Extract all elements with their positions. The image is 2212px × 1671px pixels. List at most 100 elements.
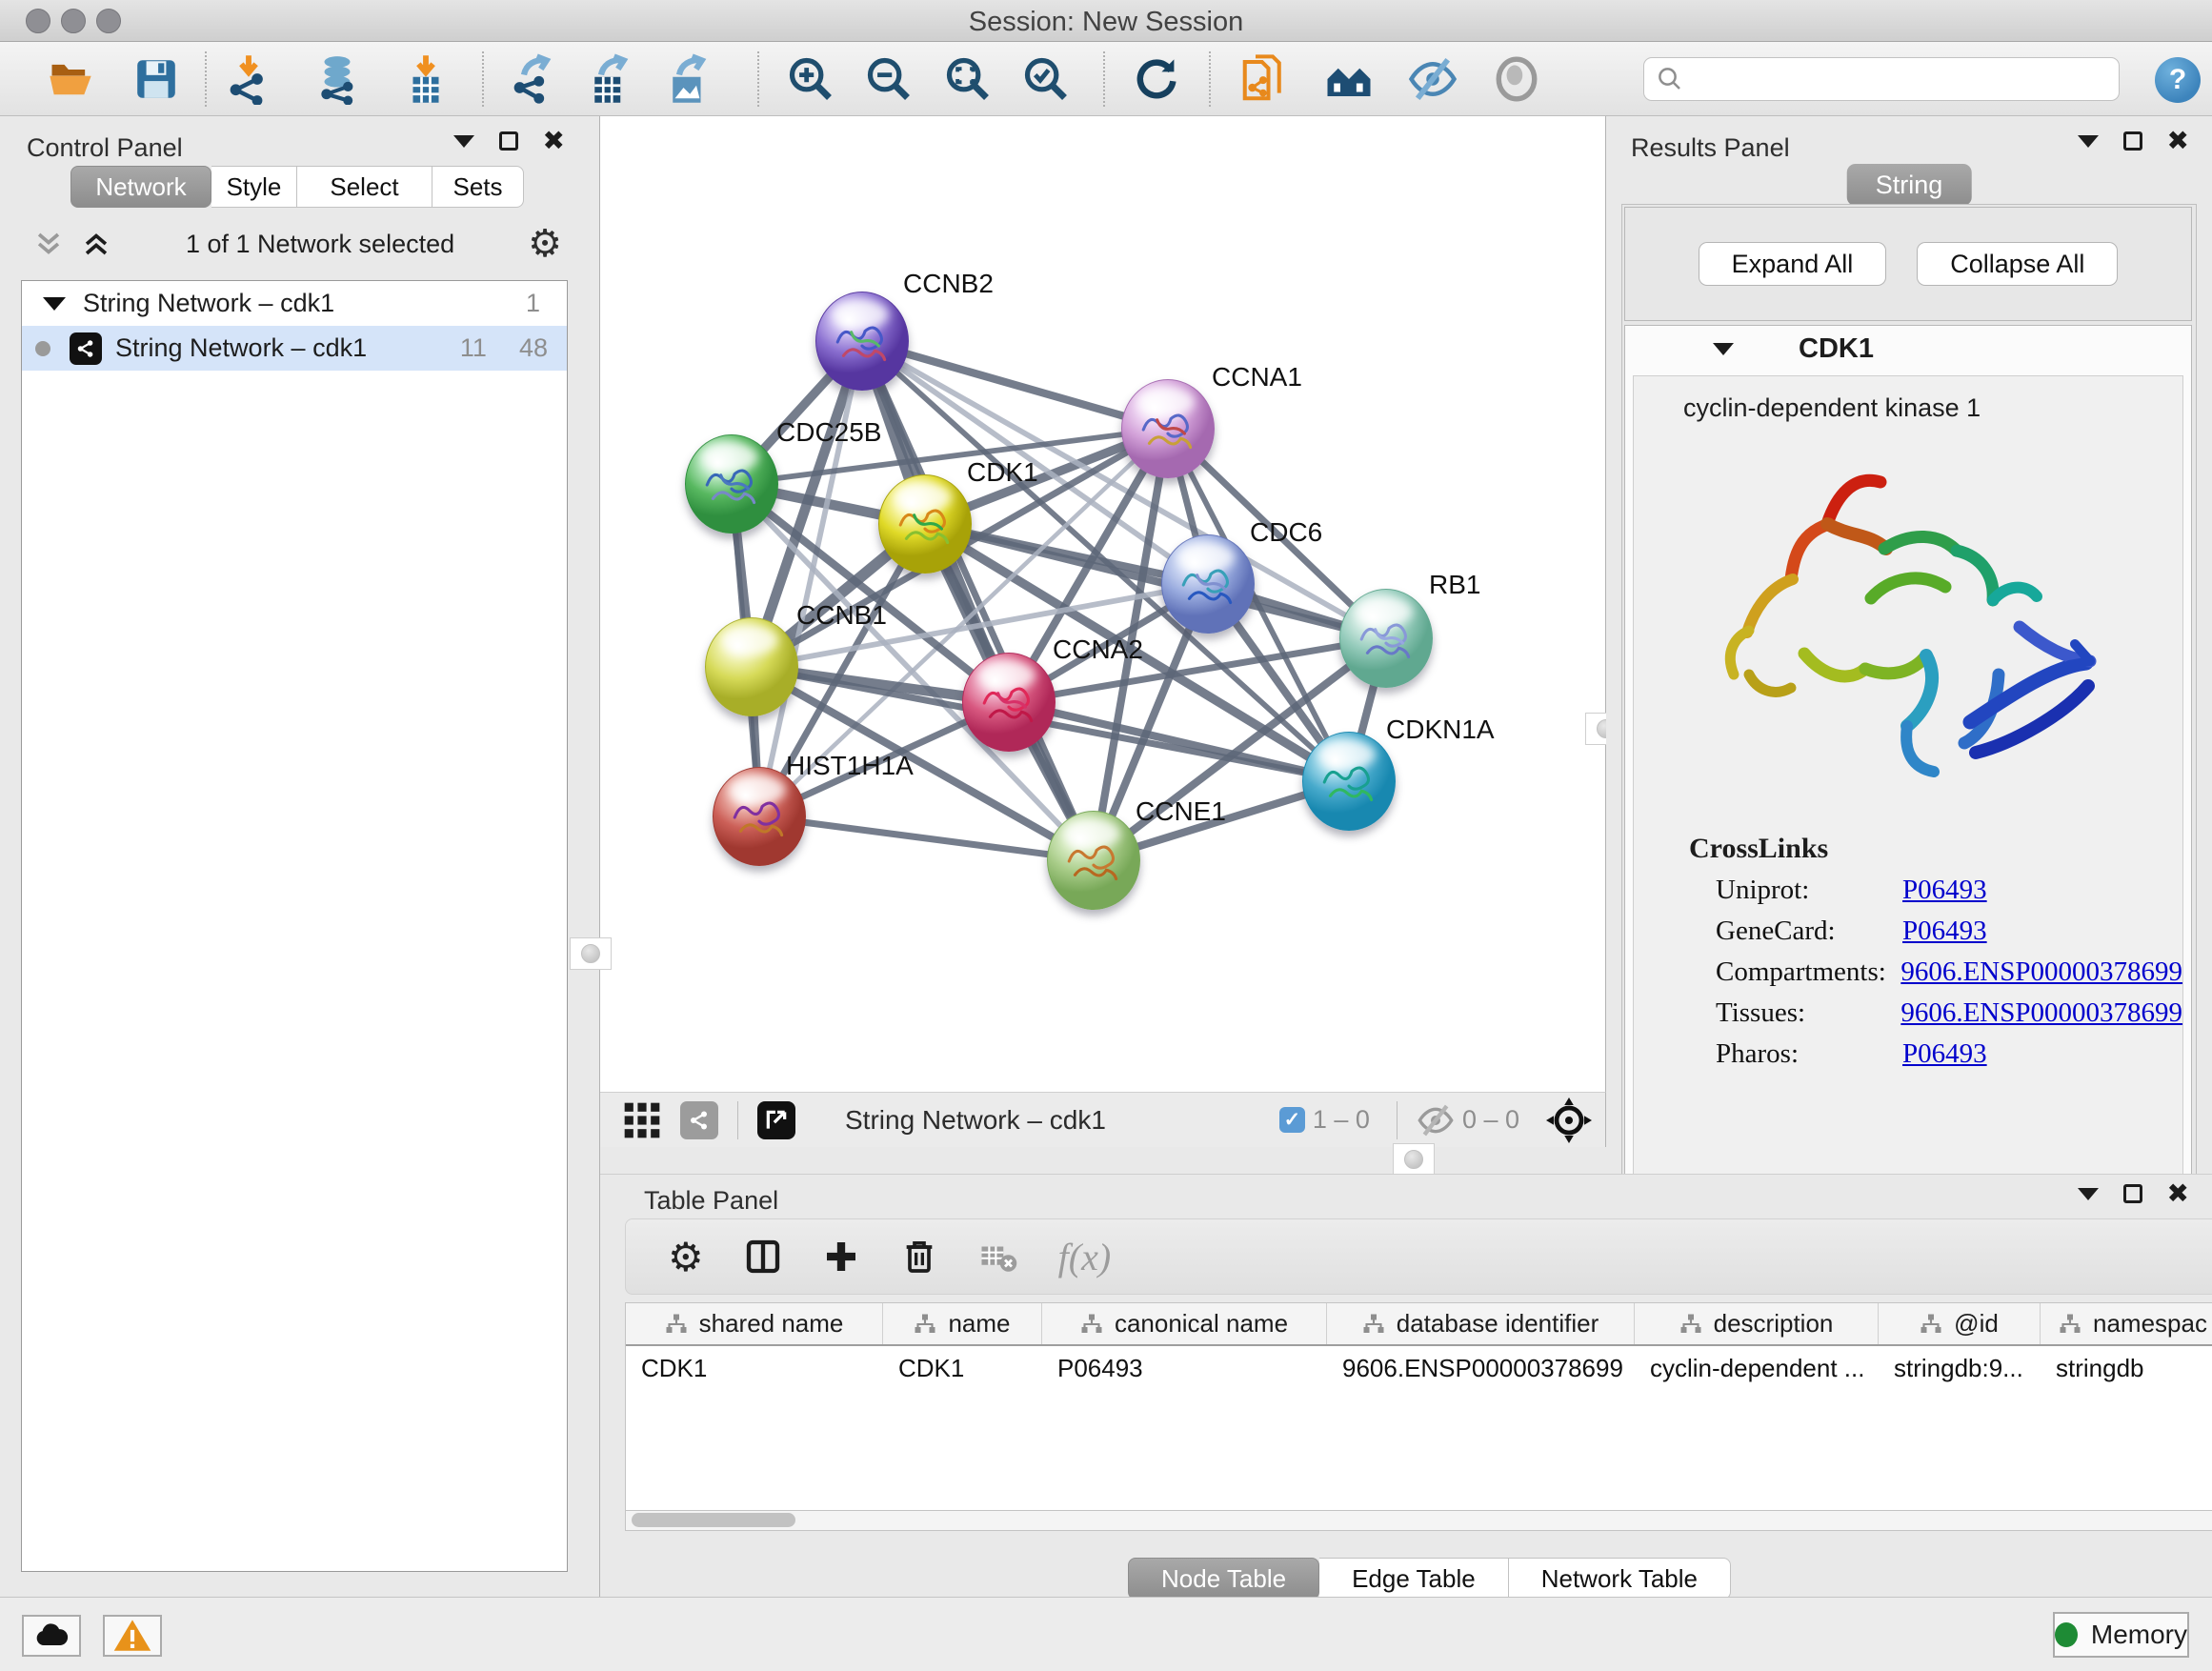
node-CDC6[interactable] — [1161, 534, 1255, 634]
node-CCNA2[interactable] — [962, 653, 1056, 752]
crosslink-link[interactable]: P06493 — [1902, 916, 1987, 947]
table-cell[interactable]: stringdb:9... — [1879, 1346, 2041, 1390]
tab-network[interactable]: Network — [70, 166, 211, 208]
function-builder-icon[interactable]: f(x) — [1058, 1235, 1112, 1279]
export-network-button[interactable] — [506, 52, 559, 106]
cloud-button[interactable] — [22, 1615, 81, 1657]
tab-sets[interactable]: Sets — [432, 166, 524, 208]
node-CCNA1[interactable] — [1121, 379, 1215, 478]
splitter-handle[interactable] — [1393, 1143, 1435, 1176]
split-panel-icon[interactable] — [744, 1238, 782, 1276]
float-panel-icon[interactable] — [2123, 131, 2142, 151]
column-header-canonical-name[interactable]: canonical name — [1042, 1303, 1327, 1344]
selected-checkbox[interactable]: ✓ — [1279, 1107, 1305, 1133]
export-image-button[interactable] — [661, 52, 714, 106]
column-header-name[interactable]: name — [883, 1303, 1042, 1344]
scrollbar-thumb[interactable] — [632, 1513, 795, 1527]
tab-edge-table[interactable]: Edge Table — [1319, 1558, 1509, 1600]
create-column-icon[interactable] — [822, 1238, 860, 1276]
column-header--id[interactable]: @id — [1879, 1303, 2041, 1344]
gene-card-header[interactable]: CDK1 — [1625, 326, 2191, 372]
node-label-CDC25B: CDC25B — [776, 417, 881, 448]
table-cell[interactable]: P06493 — [1042, 1346, 1327, 1390]
tab-select[interactable]: Select — [297, 166, 432, 208]
node-CDK1[interactable] — [878, 474, 972, 574]
node-HIST1H1A[interactable] — [713, 767, 806, 866]
grid-view-icon[interactable] — [621, 1099, 663, 1141]
refresh-layout-button[interactable] — [1130, 52, 1183, 106]
zoom-selected-button[interactable] — [1019, 52, 1073, 106]
collapse-panel-icon[interactable] — [2078, 135, 2099, 148]
node-CDKN1A[interactable] — [1302, 732, 1396, 831]
close-panel-icon[interactable]: ✖ — [2167, 131, 2189, 151]
crosslink-link[interactable]: P06493 — [1902, 875, 1987, 906]
column-header-database-identifier[interactable]: database identifier — [1327, 1303, 1635, 1344]
collapse-all-icon[interactable] — [32, 228, 65, 260]
tab-node-table[interactable]: Node Table — [1128, 1558, 1319, 1600]
collapse-panel-icon[interactable] — [453, 135, 474, 148]
expand-all-button[interactable]: Expand All — [1699, 242, 1887, 286]
tab-string[interactable]: String — [1847, 164, 1972, 206]
close-panel-icon[interactable]: ✖ — [543, 131, 565, 151]
collapse-all-button[interactable]: Collapse All — [1917, 242, 2118, 286]
hidden-eye-icon[interactable] — [1417, 1101, 1455, 1139]
node-CDC25B[interactable] — [685, 434, 778, 534]
import-network-file-button[interactable] — [222, 52, 275, 106]
network-collection-row[interactable]: String Network – cdk1 1 — [22, 281, 567, 326]
column-header-namespac[interactable]: namespac — [2041, 1303, 2212, 1344]
crosslink-link[interactable]: 9606.ENSP00000378699 — [1900, 956, 2182, 988]
table-settings-gear-icon[interactable]: ⚙ — [668, 1234, 704, 1280]
node-CCNB2[interactable] — [815, 292, 909, 391]
crosslink-link[interactable]: 9606.ENSP00000378699 — [1900, 997, 2182, 1029]
column-header-shared-name[interactable]: shared name — [626, 1303, 883, 1344]
table-cell[interactable]: stringdb — [2041, 1346, 2212, 1390]
network-row[interactable]: String Network – cdk1 11 48 — [22, 326, 567, 371]
collapse-gene-icon[interactable] — [1713, 343, 1734, 355]
table-cell[interactable]: CDK1 — [883, 1346, 1042, 1390]
table-horizontal-scrollbar[interactable] — [625, 1510, 2212, 1531]
expand-all-icon[interactable] — [80, 228, 112, 260]
close-panel-icon[interactable]: ✖ — [2167, 1184, 2189, 1203]
show-results-button[interactable] — [1490, 52, 1543, 106]
import-table-button[interactable] — [399, 52, 452, 106]
edge-HIST1H1A-CCNE1[interactable] — [759, 816, 1094, 860]
table-row[interactable]: CDK1CDK1P064939606.ENSP00000378699cyclin… — [626, 1346, 2212, 1390]
table-cell[interactable]: cyclin-dependent ... — [1635, 1346, 1879, 1390]
collapse-panel-icon[interactable] — [2078, 1188, 2099, 1200]
column-header-description[interactable]: description — [1635, 1303, 1879, 1344]
network-options-gear-icon[interactable]: ⚙ — [528, 222, 562, 266]
import-network-database-button[interactable] — [311, 52, 364, 106]
zoom-in-button[interactable] — [784, 52, 837, 106]
warnings-button[interactable] — [103, 1615, 162, 1657]
memory-button[interactable]: Memory — [2053, 1612, 2189, 1658]
clone-network-button[interactable] — [1237, 52, 1291, 106]
left-splitter-handle[interactable] — [570, 937, 612, 970]
node-RB1[interactable] — [1339, 589, 1433, 688]
float-panel-icon[interactable] — [499, 131, 518, 151]
table-cell[interactable]: CDK1 — [626, 1346, 883, 1390]
zoom-out-button[interactable] — [862, 52, 915, 106]
open-in-window-icon[interactable] — [757, 1101, 795, 1139]
expand-collection-icon[interactable] — [43, 297, 66, 311]
string-home-button[interactable] — [1322, 52, 1376, 106]
export-table-button[interactable] — [583, 52, 636, 106]
float-panel-icon[interactable] — [2123, 1184, 2142, 1203]
open-session-button[interactable] — [44, 52, 97, 106]
node-CCNB1[interactable] — [705, 617, 798, 716]
tab-network-table[interactable]: Network Table — [1509, 1558, 1731, 1600]
crosshair-icon[interactable] — [1546, 1097, 1592, 1143]
network-canvas[interactable]: CCNB2CCNA1CDC25BCDK1CDC6RB1CCNB1CCNA2CDK… — [600, 116, 1606, 1092]
delete-column-icon[interactable] — [900, 1238, 938, 1276]
hide-results-button[interactable] — [1406, 52, 1459, 106]
help-button[interactable]: ? — [2155, 57, 2201, 103]
crosslink-link[interactable]: P06493 — [1902, 1038, 1987, 1070]
search-input[interactable] — [1643, 57, 2120, 101]
tab-style[interactable]: Style — [211, 166, 297, 208]
zoom-fit-button[interactable] — [941, 52, 995, 106]
share-network-icon[interactable] — [680, 1101, 718, 1139]
node-CCNE1[interactable] — [1047, 811, 1140, 910]
save-session-button[interactable] — [130, 52, 183, 106]
clear-table-icon[interactable] — [978, 1237, 1018, 1277]
table-cell[interactable]: 9606.ENSP00000378699 — [1327, 1346, 1635, 1390]
zoom-out-icon — [864, 54, 914, 104]
